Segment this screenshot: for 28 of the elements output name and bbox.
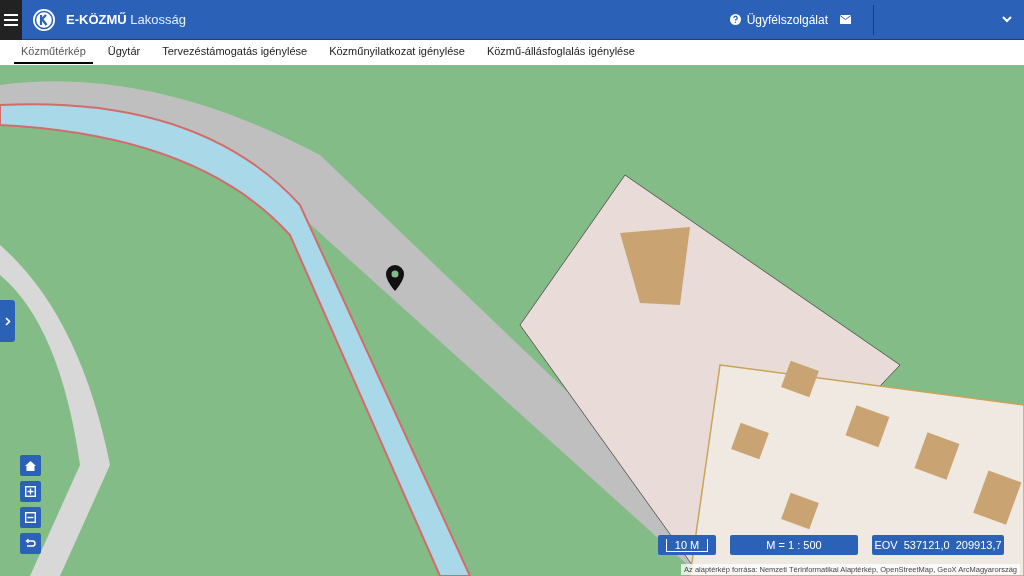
support-link[interactable]: Ügyfélszolgálat (729, 12, 828, 27)
mail-button[interactable] (840, 15, 851, 24)
nav-tab[interactable]: Közmű-állásfoglalás igénylése (479, 41, 642, 64)
zoom-out-button[interactable] (20, 507, 41, 528)
home-button[interactable] (20, 455, 41, 476)
nav-tab[interactable]: Ügytár (100, 41, 148, 64)
scale-label: M = 1 : 500 (730, 535, 858, 555)
home-icon (25, 460, 36, 471)
minus-square-icon (25, 512, 36, 523)
chevron-right-icon (4, 316, 11, 326)
nav-tab[interactable]: Tervezéstámogatás igénylése (155, 41, 315, 64)
plus-square-icon (25, 486, 36, 497)
location-pin-icon (386, 265, 404, 291)
side-panel-toggle[interactable] (0, 300, 15, 342)
mail-icon (840, 15, 851, 24)
zoom-in-button[interactable] (20, 481, 41, 502)
menu-icon (4, 13, 18, 26)
logo-icon (32, 7, 56, 32)
chevron-down-icon (1002, 16, 1012, 23)
nav-tab[interactable]: Közműnyilatkozat igénylése (322, 41, 472, 64)
coordinates-label: EOV 537121,0 209913,7 (872, 535, 1004, 555)
scale-bar-label: 10 M (665, 538, 709, 552)
dropdown-button[interactable] (1002, 16, 1012, 23)
undo-button[interactable] (20, 533, 41, 554)
help-icon (729, 14, 741, 25)
app-title: E-KÖZMŰ Lakosság (66, 12, 186, 27)
undo-icon (25, 538, 36, 549)
menu-button[interactable] (0, 0, 22, 40)
